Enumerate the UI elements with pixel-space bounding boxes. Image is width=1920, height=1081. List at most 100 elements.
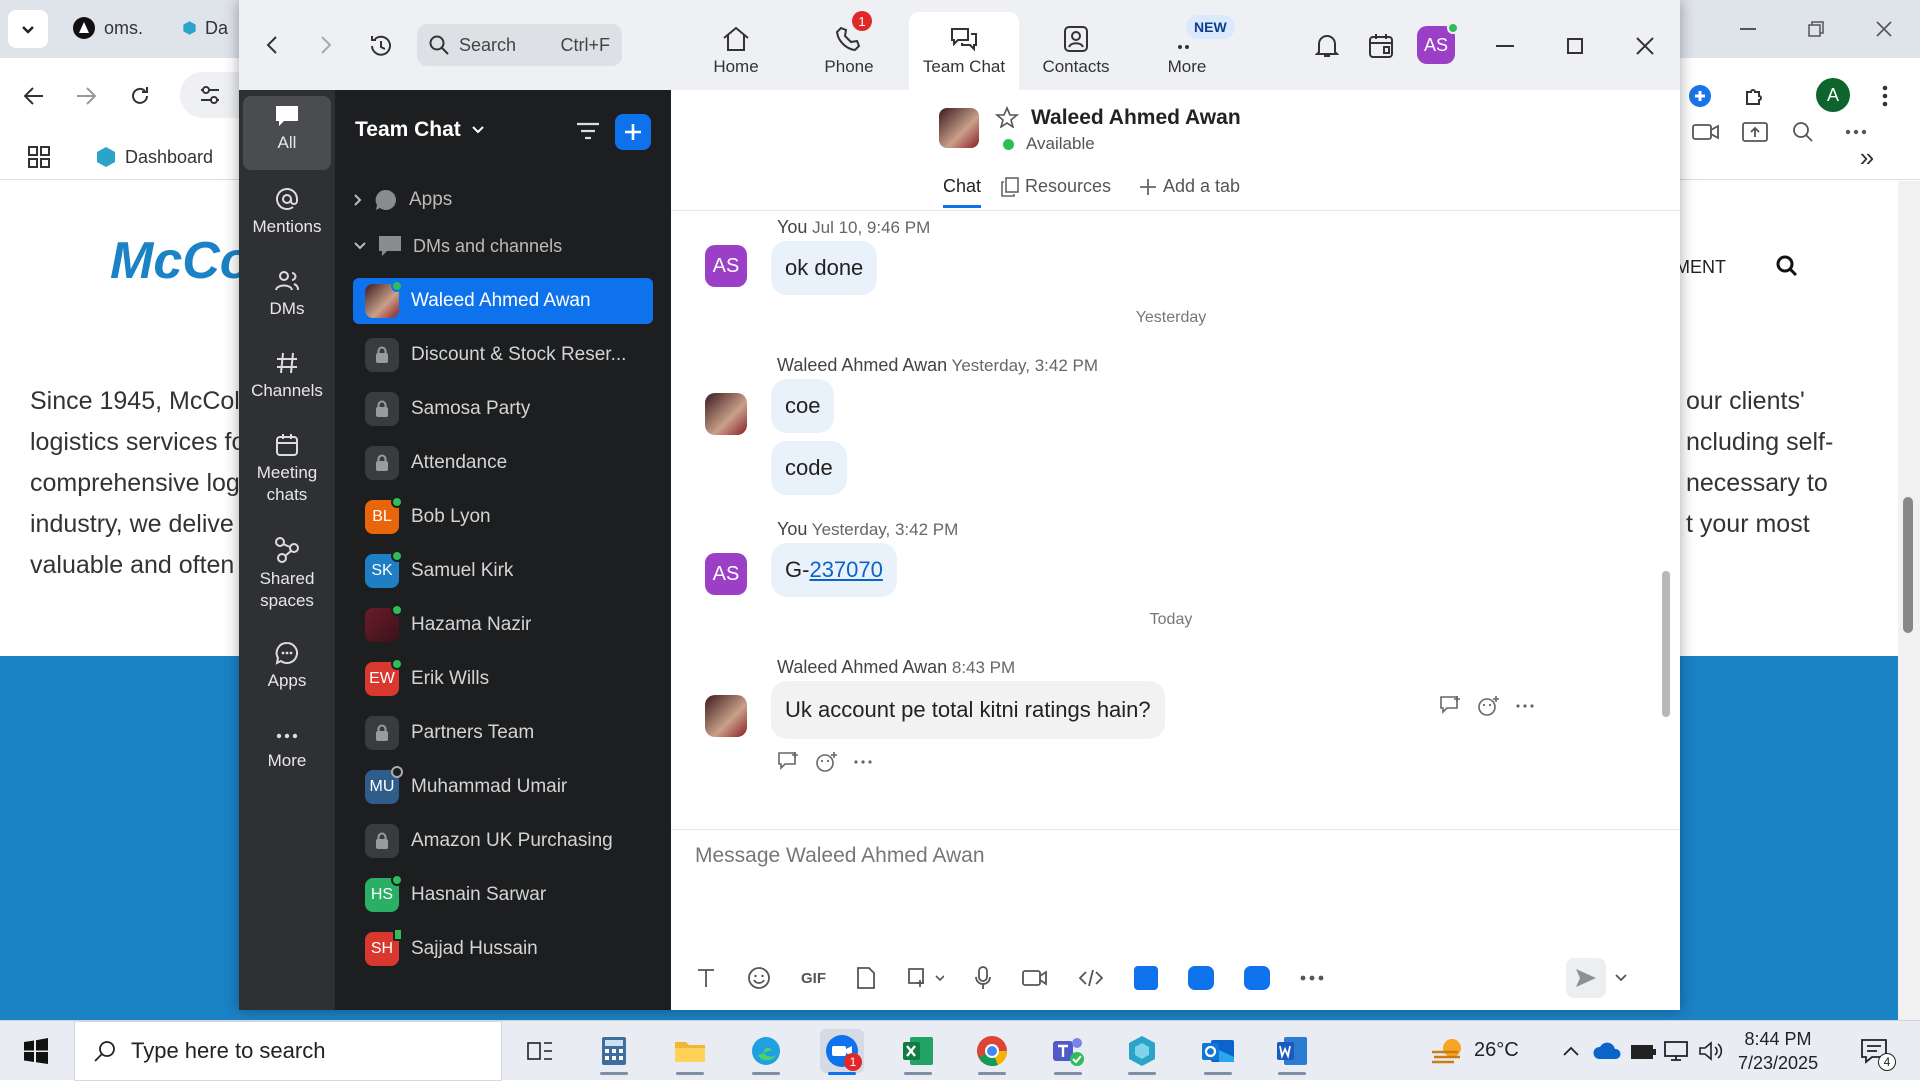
docs-app-icon[interactable] bbox=[1244, 966, 1270, 990]
chrome-app[interactable] bbox=[970, 1029, 1014, 1075]
text-format-icon[interactable] bbox=[695, 967, 717, 989]
calendar-button[interactable] bbox=[1363, 28, 1399, 64]
chat-list-item[interactable]: SK Samuel Kirk bbox=[353, 548, 653, 594]
edge-app[interactable] bbox=[744, 1029, 788, 1075]
history-button[interactable] bbox=[361, 26, 401, 66]
share-screen-button[interactable] bbox=[1737, 114, 1773, 150]
calculator-app[interactable] bbox=[592, 1029, 636, 1075]
sender-avatar[interactable]: AS bbox=[705, 553, 747, 595]
more-actions-icon[interactable] bbox=[1515, 695, 1535, 717]
chat-list-item[interactable]: Partners Team bbox=[353, 710, 653, 756]
search-chat-button[interactable] bbox=[1785, 114, 1821, 150]
bookmark-dashboard[interactable]: Dashboard bbox=[95, 140, 213, 174]
dashboard-app[interactable] bbox=[1120, 1029, 1164, 1075]
teams-app[interactable] bbox=[1046, 1029, 1090, 1075]
tab-resources[interactable]: Resources bbox=[1001, 176, 1111, 197]
screenshot-icon[interactable] bbox=[906, 966, 944, 990]
add-reaction-icon[interactable] bbox=[1477, 695, 1501, 717]
send-options-button[interactable] bbox=[1609, 958, 1633, 998]
volume-icon[interactable] bbox=[1694, 1029, 1728, 1073]
profile-avatar[interactable]: A bbox=[1816, 78, 1850, 112]
rail-dms[interactable]: DMs bbox=[243, 262, 331, 332]
zoom-app[interactable]: 1 bbox=[820, 1029, 864, 1075]
video-call-button[interactable] bbox=[1688, 114, 1724, 150]
section-apps[interactable]: Apps bbox=[353, 188, 452, 212]
rail-all[interactable]: All bbox=[243, 96, 331, 170]
zoom-maximize-button[interactable] bbox=[1555, 28, 1595, 64]
notifications-button[interactable] bbox=[1309, 28, 1345, 64]
chat-list-item[interactable]: Amazon UK Purchasing bbox=[353, 818, 653, 864]
excel-app[interactable] bbox=[896, 1029, 940, 1075]
chat-list-item[interactable]: Hazama Nazir bbox=[353, 602, 653, 648]
chat-list-header[interactable]: Team Chat bbox=[355, 118, 485, 142]
message-bubble[interactable]: Uk account pe total kitni ratings hain? bbox=[771, 681, 1165, 739]
nav-contacts[interactable]: Contacts bbox=[1021, 12, 1131, 90]
chat-list-item[interactable]: MU Muhammad Umair bbox=[353, 764, 653, 810]
weather-widget-icon[interactable] bbox=[1428, 1029, 1468, 1073]
browser-tab[interactable]: Da bbox=[170, 8, 240, 48]
notes-app-icon[interactable] bbox=[1134, 966, 1158, 990]
rail-more[interactable]: More bbox=[243, 716, 331, 786]
chat-list-item[interactable]: SH Sajjad Hussain bbox=[353, 926, 653, 972]
contact-avatar[interactable] bbox=[939, 108, 979, 148]
rail-shared-spaces[interactable]: Shared spaces bbox=[243, 530, 331, 624]
forward-button[interactable] bbox=[66, 76, 106, 116]
star-icon[interactable] bbox=[995, 106, 1019, 128]
reply-icon[interactable] bbox=[1439, 695, 1463, 717]
nav-home[interactable]: Home bbox=[681, 12, 791, 90]
temperature[interactable]: 26°C bbox=[1474, 1039, 1519, 1062]
whiteboard-app-icon[interactable] bbox=[1188, 966, 1214, 990]
rail-apps[interactable]: Apps bbox=[243, 634, 331, 704]
word-app[interactable] bbox=[1270, 1029, 1314, 1075]
gif-icon[interactable]: GIF bbox=[801, 970, 826, 987]
outlook-app[interactable] bbox=[1196, 1029, 1240, 1075]
rail-meeting-chats[interactable]: Meeting chats bbox=[243, 426, 331, 520]
add-reaction-icon[interactable] bbox=[815, 751, 839, 773]
zoom-search-box[interactable]: Search Ctrl+F bbox=[417, 24, 622, 66]
clock[interactable]: 8:44 PM 7/23/2025 bbox=[1738, 1027, 1818, 1075]
back-button[interactable] bbox=[14, 76, 54, 116]
battery-icon[interactable] bbox=[1626, 1029, 1660, 1073]
section-dms[interactable]: DMs and channels bbox=[353, 234, 562, 258]
message-input[interactable]: Message Waleed Ahmed Awan bbox=[695, 844, 985, 868]
emoji-icon[interactable] bbox=[747, 966, 771, 990]
site-info-button[interactable] bbox=[180, 72, 240, 118]
rail-channels[interactable]: Channels bbox=[243, 344, 331, 414]
rail-mentions[interactable]: Mentions bbox=[243, 180, 331, 250]
tab-chat[interactable]: Chat bbox=[943, 176, 982, 208]
filter-button[interactable] bbox=[571, 114, 605, 148]
tab-add[interactable]: Add a tab bbox=[1139, 176, 1240, 197]
more-actions-icon[interactable] bbox=[853, 751, 873, 773]
site-search-icon[interactable] bbox=[1772, 251, 1802, 281]
tab-list-button[interactable] bbox=[8, 10, 48, 48]
new-chat-button[interactable] bbox=[615, 114, 651, 150]
taskbar-search[interactable]: Type here to search bbox=[74, 1021, 502, 1081]
sender-avatar[interactable]: AS bbox=[705, 245, 747, 287]
reply-icon[interactable] bbox=[777, 751, 801, 773]
user-avatar[interactable]: AS bbox=[1417, 22, 1459, 64]
chat-options-button[interactable] bbox=[1838, 114, 1874, 150]
chat-list-item[interactable]: Waleed Ahmed Awan bbox=[353, 278, 653, 324]
browser-menu-button[interactable] bbox=[1870, 76, 1900, 116]
site-nav-item[interactable]: MENT bbox=[1675, 257, 1726, 278]
apps-grid-button[interactable] bbox=[22, 140, 56, 174]
sender-avatar[interactable] bbox=[705, 695, 747, 737]
reload-button[interactable] bbox=[120, 76, 160, 116]
chat-list-item[interactable]: Samosa Party bbox=[353, 386, 653, 432]
code-snippet-icon[interactable] bbox=[1078, 968, 1104, 988]
nav-phone[interactable]: 1 Phone bbox=[794, 11, 904, 90]
show-hidden-icons-button[interactable] bbox=[1553, 1029, 1589, 1073]
extension-button[interactable] bbox=[1680, 76, 1720, 116]
browser-restore-button[interactable] bbox=[1798, 14, 1834, 44]
video-message-icon[interactable] bbox=[1022, 968, 1048, 988]
microphone-icon[interactable] bbox=[974, 966, 992, 990]
browser-minimize-button[interactable] bbox=[1730, 14, 1766, 44]
file-icon[interactable] bbox=[856, 966, 876, 990]
message-bubble[interactable]: coe bbox=[771, 379, 835, 433]
notification-center-button[interactable]: 4 bbox=[1852, 1029, 1896, 1073]
message-scrollbar[interactable] bbox=[1662, 571, 1670, 717]
task-view-button[interactable] bbox=[518, 1029, 562, 1073]
browser-close-button[interactable] bbox=[1866, 14, 1902, 44]
nav-team-chat[interactable]: Team Chat bbox=[909, 12, 1019, 90]
chat-list-item[interactable]: HS Hasnain Sarwar bbox=[353, 872, 653, 918]
